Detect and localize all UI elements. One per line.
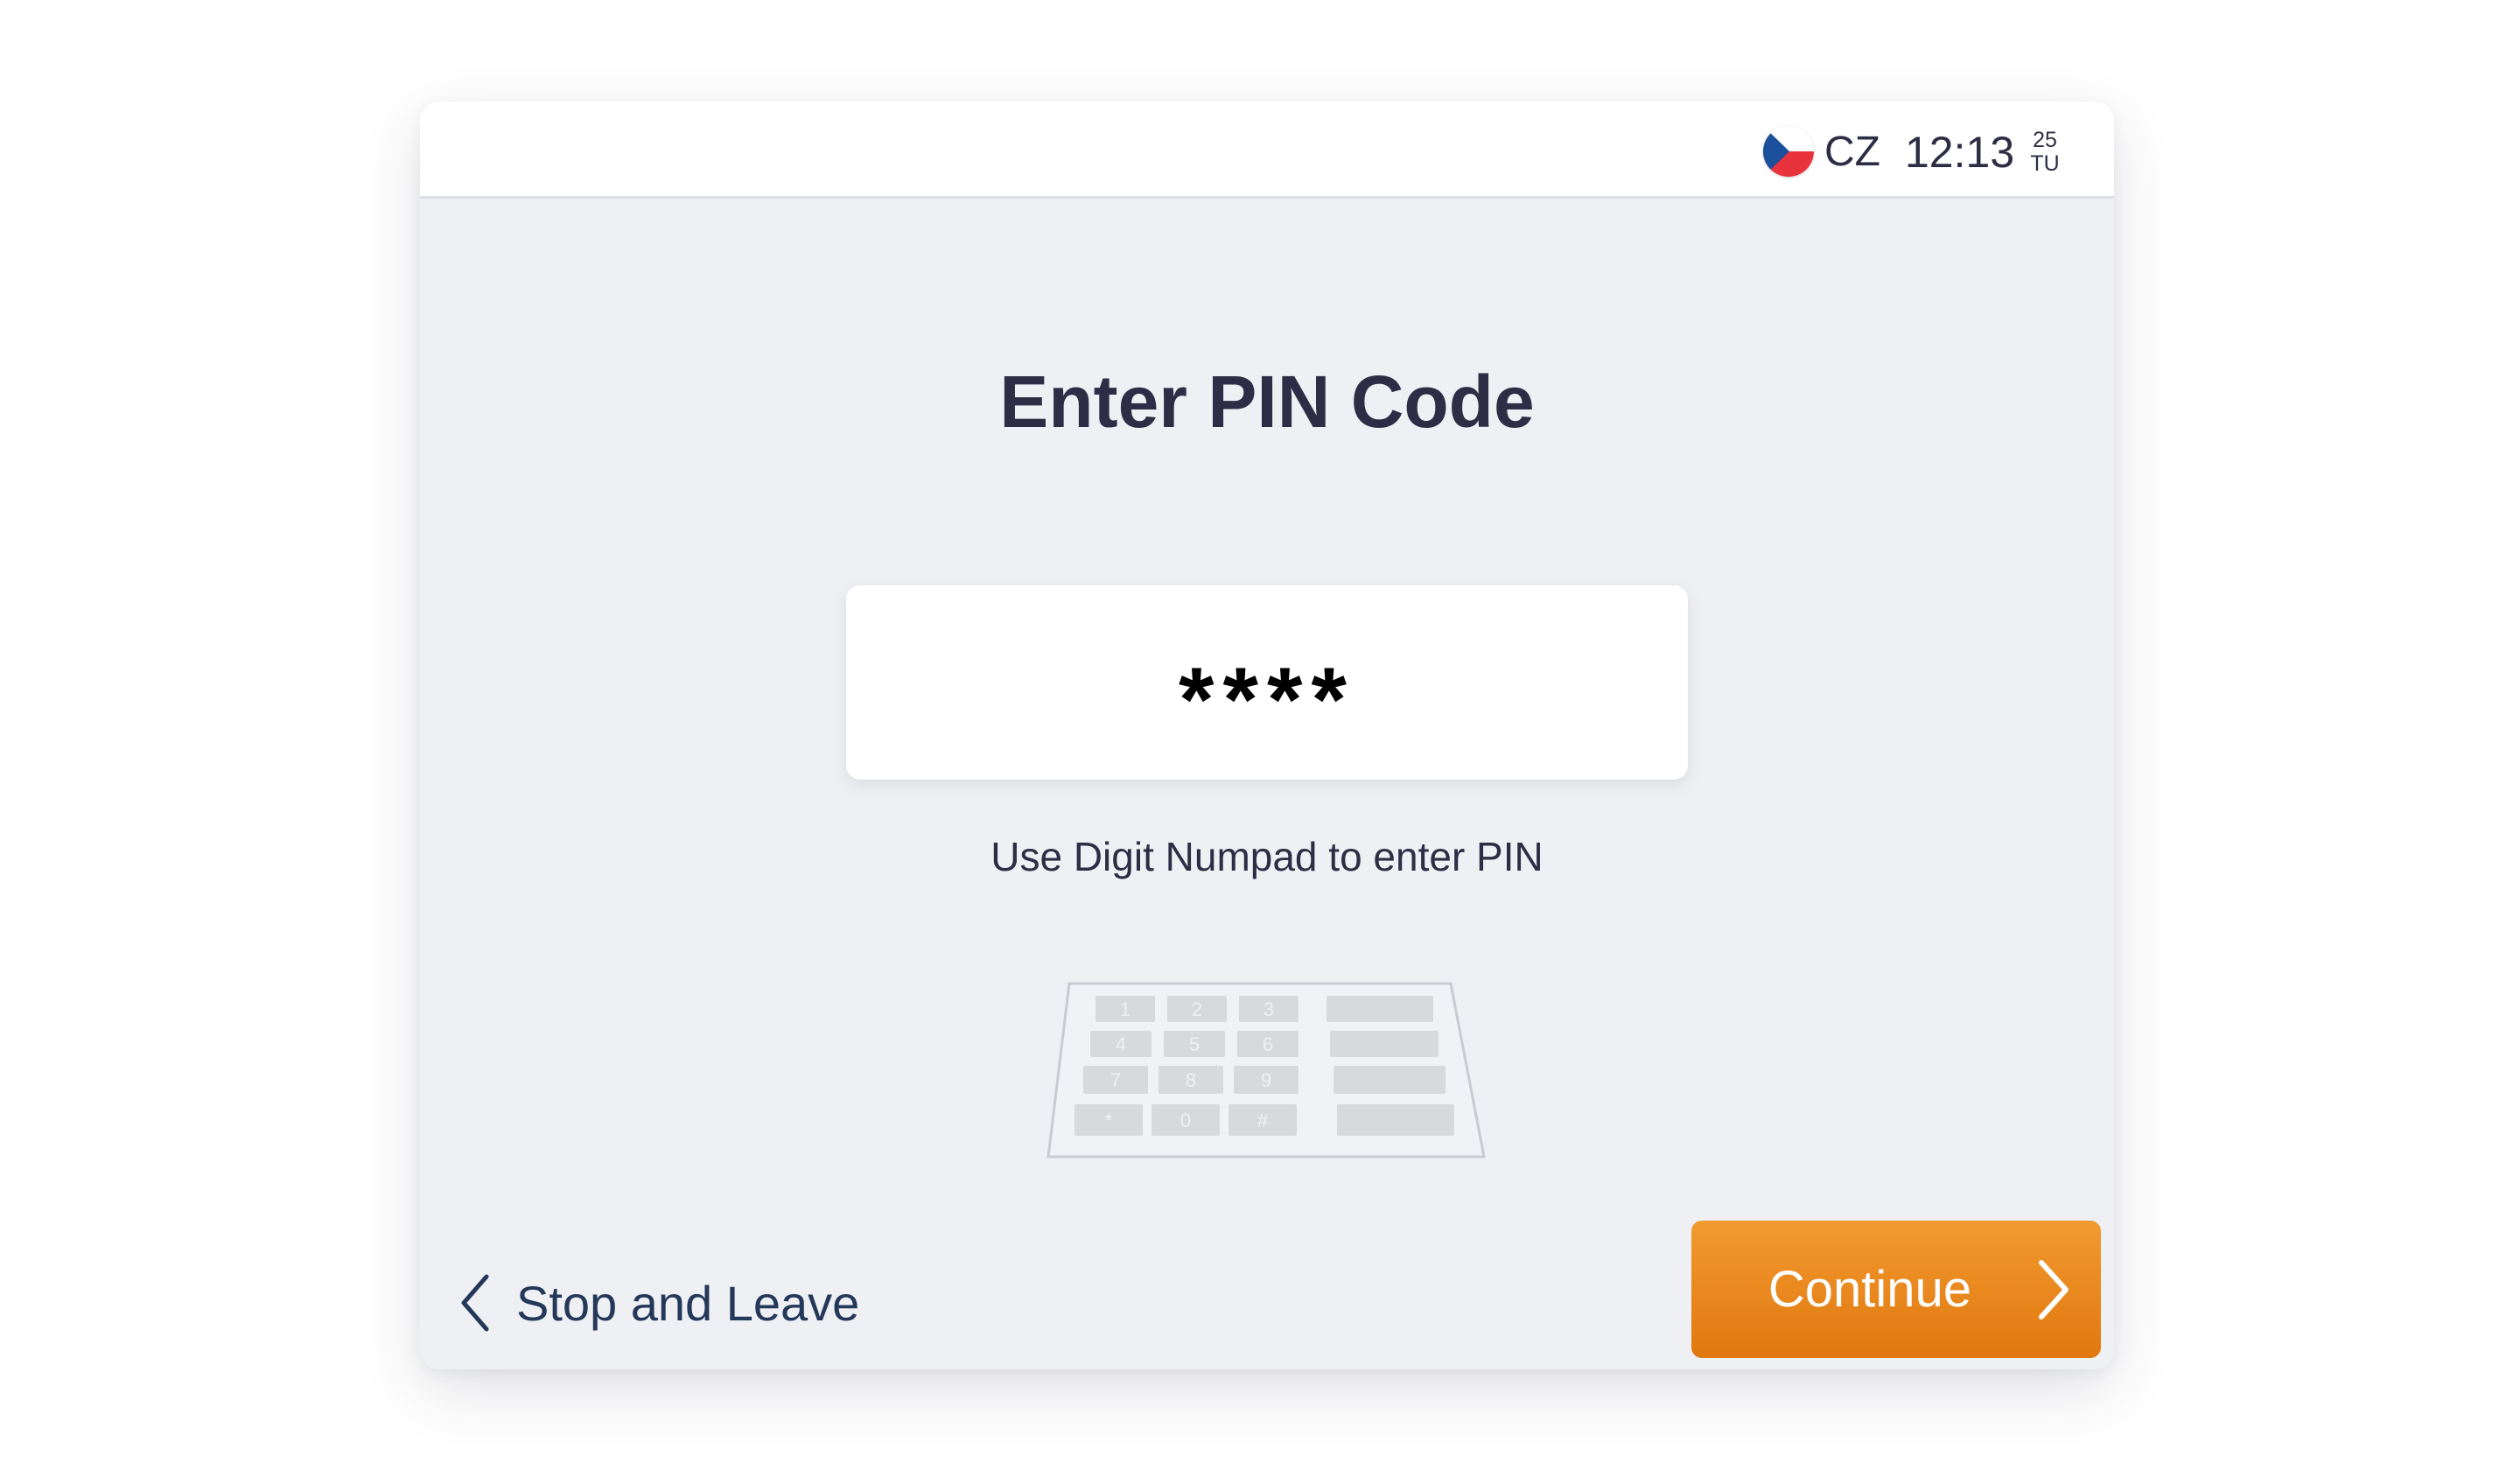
numpad-key-label: # bbox=[1257, 1110, 1269, 1131]
czech-flag-icon[interactable] bbox=[1763, 126, 1814, 177]
numpad-key-label: 8 bbox=[1186, 1069, 1196, 1091]
continue-label: Continue bbox=[1768, 1261, 1972, 1318]
numpad-function-key bbox=[1326, 996, 1433, 1022]
numpad-key-label: 4 bbox=[1116, 1033, 1126, 1055]
numpad-key-label: 1 bbox=[1120, 998, 1130, 1020]
kiosk-screen: CZ 12:13 25 TU Enter PIN Code **** Use D… bbox=[420, 102, 2114, 1369]
numpad-icon: 1 2 3 4 5 6 7 8 9 * 0 # bbox=[1045, 980, 1488, 1160]
numpad-key-label: 2 bbox=[1192, 998, 1202, 1020]
date-weekday: TU bbox=[2030, 151, 2060, 176]
numpad-key-label: 0 bbox=[1180, 1110, 1191, 1131]
stop-and-leave-label: Stop and Leave bbox=[516, 1275, 860, 1331]
numpad-key-label: 5 bbox=[1189, 1033, 1200, 1055]
numpad-function-key bbox=[1337, 1104, 1454, 1136]
page-title: Enter PIN Code bbox=[999, 360, 1535, 443]
status-bar: CZ 12:13 25 TU bbox=[420, 102, 2114, 199]
language-code[interactable]: CZ bbox=[1824, 128, 1880, 177]
numpad-key-label: 3 bbox=[1264, 998, 1274, 1020]
numpad-key-label: 6 bbox=[1263, 1033, 1273, 1055]
pin-input-field[interactable]: **** bbox=[846, 585, 1688, 780]
chevron-right-icon bbox=[2039, 1260, 2068, 1320]
stop-and-leave-button[interactable]: Stop and Leave bbox=[458, 1261, 859, 1345]
date-display: 25 TU bbox=[2023, 129, 2067, 176]
numpad-function-key bbox=[1334, 1066, 1446, 1094]
numpad-key-label: 9 bbox=[1261, 1069, 1271, 1091]
pin-hint: Use Digit Numpad to enter PIN bbox=[990, 834, 1544, 879]
pin-masked-value: **** bbox=[1179, 649, 1355, 751]
numpad-function-key bbox=[1330, 1031, 1438, 1057]
date-day: 25 bbox=[2033, 128, 2057, 152]
clock-time: 12:13 bbox=[1905, 128, 2015, 177]
numpad-key-label: * bbox=[1105, 1110, 1113, 1131]
chevron-left-icon bbox=[461, 1274, 489, 1332]
numpad-key-label: 7 bbox=[1110, 1069, 1121, 1091]
continue-button[interactable]: Continue bbox=[1691, 1221, 2101, 1358]
